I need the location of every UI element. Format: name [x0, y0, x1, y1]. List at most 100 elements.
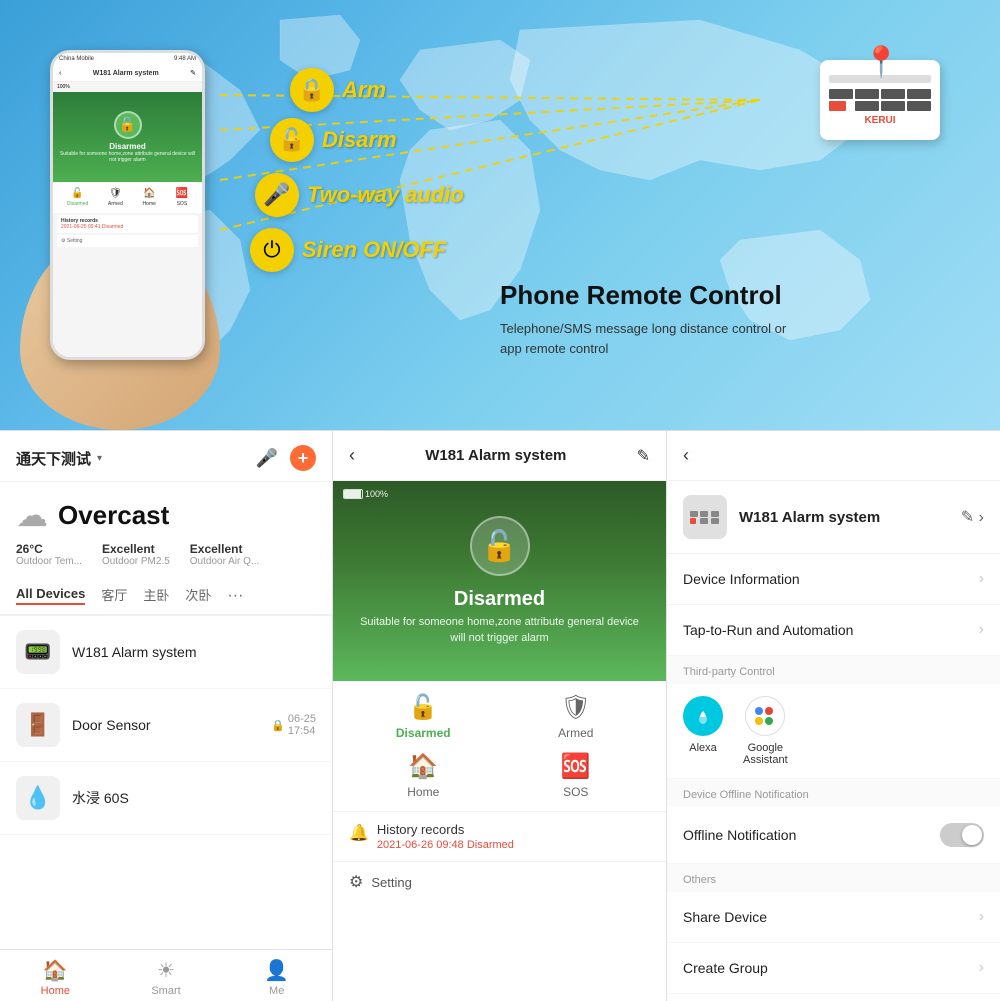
device-edit-icon[interactable]: ✎ › — [961, 507, 984, 527]
alarm-setting[interactable]: ⚙ Setting — [333, 861, 666, 902]
panel2-title: W181 Alarm system — [425, 447, 566, 464]
device-icon: 🚪 — [16, 703, 60, 747]
add-button[interactable]: + — [290, 445, 316, 471]
phone-body: China Mobile 9:48 AM ‹ W181 Alarm system… — [50, 50, 205, 360]
weather-section: ☁ Overcast 26°C Outdoor Tem... Excellent… — [0, 482, 332, 577]
create-group-label: Create Group — [683, 960, 768, 976]
list-item[interactable]: 🚪 Door Sensor 🔒 06-2517:54 — [0, 689, 332, 762]
alexa-item[interactable]: Alexa — [683, 696, 723, 766]
smart-nav-icon: ☀ — [157, 958, 175, 983]
microphone-icon[interactable]: 🎤 — [256, 448, 278, 469]
alarm-controls: 🔓 Disarmed 🛡 Armed 🏠 Home 🆘 SOS — [333, 681, 666, 811]
cloud-icon: ☁ — [16, 496, 48, 534]
audio-feature: 🎤 Two-way audio — [255, 173, 464, 217]
top-title: Phone Remote Control — [500, 280, 800, 311]
panel3-header: ‹ — [667, 431, 1000, 481]
google-assistant-item[interactable]: GoogleAssistant — [743, 696, 788, 766]
offline-label: Offline Notification — [683, 827, 796, 843]
panel1-header: 通天下测试 ▾ 🎤 + — [0, 431, 332, 482]
alexa-icon — [683, 696, 723, 736]
panel-home: 通天下测试 ▾ 🎤 + ☁ Overcast 26°C Outdoor Tem.… — [0, 431, 333, 1001]
chevron-right-icon: › — [979, 959, 984, 977]
armed-icon: 🛡 — [561, 693, 591, 722]
weather-stats: 26°C Outdoor Tem... Excellent Outdoor PM… — [16, 542, 316, 567]
chevron-right-icon: › — [979, 908, 984, 926]
phone-mockup: China Mobile 9:48 AM ‹ W181 Alarm system… — [30, 50, 210, 410]
device-thumbnail — [683, 495, 727, 539]
tab-living-room[interactable]: 客厅 — [101, 585, 127, 606]
others-section-title: Others — [667, 864, 1000, 892]
bell-icon: 🔔 — [349, 823, 369, 843]
panel2-header: ‹ W181 Alarm system ✎ — [333, 431, 666, 481]
panel3-back-button[interactable]: ‹ — [683, 445, 689, 466]
ctrl-home[interactable]: 🏠 Home — [353, 752, 494, 799]
settings-item-device-info[interactable]: Device Information › — [667, 554, 1000, 605]
third-party-section-title: Third-party Control — [667, 656, 1000, 684]
list-item[interactable]: 📟 W181 Alarm system — [0, 616, 332, 689]
offline-toggle[interactable] — [940, 823, 984, 847]
sos-icon: 🆘 — [561, 752, 591, 781]
device-list: 📟 W181 Alarm system 🚪 Door Sensor 🔒 06-2… — [0, 616, 332, 949]
settings-list: Device Information › Tap-to-Run and Auto… — [667, 554, 1000, 1001]
alarm-status-sub: Suitable for someone home,zone attribute… — [333, 615, 666, 646]
ctrl-disarmed[interactable]: 🔓 Disarmed — [353, 693, 494, 740]
offline-section-title: Device Offline Notification — [667, 779, 1000, 807]
back-button[interactable]: ‹ — [349, 445, 355, 466]
settings-item-offline[interactable]: Offline Notification — [667, 807, 1000, 864]
panel-alarm-detail: ‹ W181 Alarm system ✎ 100% 🔓 Disarmed Su… — [333, 431, 667, 1001]
home-icon: 🏠 — [408, 752, 438, 781]
weather-label: Overcast — [58, 500, 169, 531]
arm-feature: 🔒 Arm — [290, 68, 386, 112]
ctrl-sos[interactable]: 🆘 SOS — [506, 752, 647, 799]
nav-smart[interactable]: ☀ Smart — [111, 958, 222, 997]
dropdown-icon[interactable]: ▾ — [97, 453, 102, 464]
ctrl-armed[interactable]: 🛡 Armed — [506, 693, 647, 740]
third-party-controls: Alexa GoogleAssistant — [667, 684, 1000, 779]
nav-home[interactable]: 🏠 Home — [0, 958, 111, 997]
disarm-feature: 🔓 Disarm — [270, 118, 397, 162]
history-title: History records — [377, 822, 514, 837]
device-icon: 📟 — [16, 630, 60, 674]
home-nav-icon: 🏠 — [43, 958, 68, 983]
bottom-section: 通天下测试 ▾ 🎤 + ☁ Overcast 26°C Outdoor Tem.… — [0, 430, 1000, 1000]
tab-master-bedroom[interactable]: 主卧 — [143, 585, 169, 606]
settings-item-share-device[interactable]: Share Device › — [667, 892, 1000, 943]
remote-control-info: Phone Remote Control Telephone/SMS messa… — [500, 280, 800, 358]
location-label: 通天下测试 — [16, 448, 91, 469]
setting-label: Setting — [371, 875, 411, 890]
siren-feature: ⏻ Siren ON/OFF — [250, 228, 446, 272]
history-date: 2021-06-26 09:48 Disarmed — [377, 839, 514, 851]
tabs-more[interactable]: ··· — [227, 587, 243, 605]
panel3-device-info: W181 Alarm system ✎ › — [667, 481, 1000, 554]
battery-indicator: 100% — [343, 489, 388, 499]
me-nav-icon: 👤 — [264, 958, 289, 983]
toggle-knob — [962, 825, 982, 845]
top-section: China Mobile 9:48 AM ‹ W181 Alarm system… — [0, 0, 1000, 430]
alarm-lock-icon: 🔓 — [470, 516, 530, 576]
tab-all-devices[interactable]: All Devices — [16, 586, 85, 605]
alarm-display: 100% 🔓 Disarmed Suitable for someone hom… — [333, 481, 666, 681]
edit-button[interactable]: ✎ — [637, 446, 650, 466]
top-subtitle: Telephone/SMS message long distance cont… — [500, 319, 800, 358]
panel-settings: ‹ W181 Alarm system ✎ › Device Informati… — [667, 431, 1000, 1001]
settings-item-create-group[interactable]: Create Group › — [667, 943, 1000, 994]
gear-icon: ⚙ — [349, 872, 363, 892]
tab-second-bedroom[interactable]: 次卧 — [185, 585, 211, 606]
location-pin: 📍 — [863, 45, 900, 80]
chevron-right-icon: › — [979, 621, 984, 639]
disarmed-icon: 🔓 — [408, 693, 438, 722]
settings-item-automation[interactable]: Tap-to-Run and Automation › — [667, 605, 1000, 656]
nav-me[interactable]: 👤 Me — [221, 958, 332, 997]
device-detail-name: W181 Alarm system — [739, 509, 880, 526]
chevron-right-icon: › — [979, 570, 984, 588]
alarm-history[interactable]: 🔔 History records 2021-06-26 09:48 Disar… — [333, 811, 666, 861]
device-info-label: Device Information — [683, 571, 800, 587]
alarm-status-text: Disarmed — [454, 588, 545, 611]
device-tabs: All Devices 客厅 主卧 次卧 ··· — [0, 577, 332, 616]
device-icon: 💧 — [16, 776, 60, 820]
bottom-nav: 🏠 Home ☀ Smart 👤 Me — [0, 949, 332, 1001]
automation-label: Tap-to-Run and Automation — [683, 622, 853, 638]
google-icon — [745, 696, 785, 736]
list-item[interactable]: 💧 水浸 60S — [0, 762, 332, 835]
share-device-label: Share Device — [683, 909, 767, 925]
